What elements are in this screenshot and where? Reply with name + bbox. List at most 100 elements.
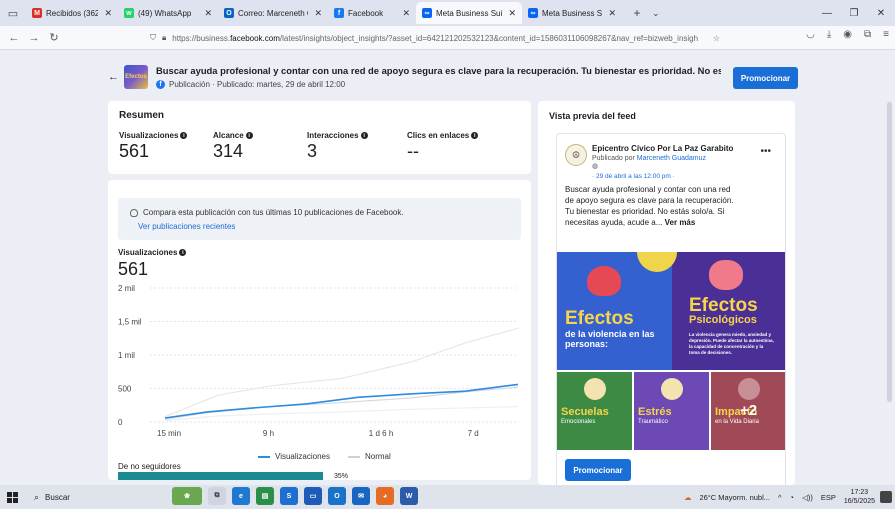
restore-icon[interactable]: ❐ [840,0,868,26]
browser-tab[interactable]: ∞ Meta Business Suite ✕ [416,2,522,24]
series-line-visualizaciones[interactable] [164,383,519,419]
tab-title: Meta Business Suite [542,8,603,18]
browser-tab[interactable]: M Recibidos (362) - marceguac ✕ [26,2,118,24]
page-name[interactable]: Epicentro Cívico Por La Paz Garabito [592,144,733,153]
info-icon[interactable]: i [180,132,188,139]
legend-normal[interactable]: Normal [348,452,391,461]
see-more-link[interactable]: Ver más [665,218,696,227]
browser-tab[interactable]: f Facebook ✕ [328,2,416,24]
metric-value: 3 [307,141,318,161]
edge-icon[interactable]: e [232,487,250,505]
back-arrow-icon[interactable]: ← [108,71,124,83]
close-window-icon[interactable]: ✕ [867,0,895,26]
series-line-normal-alta-[interactable] [164,327,519,418]
promote-post-button[interactable]: Promocionar [565,459,631,481]
recent-posts-link[interactable]: Ver publicaciones recientes [138,222,235,231]
new-tab-icon[interactable]: + [622,6,652,20]
more-images-count[interactable]: +2 [711,402,785,419]
lightbulb-icon [130,208,138,217]
clock[interactable]: 17:23 16/5/2025 [844,488,875,506]
page-avatar[interactable]: ☮ [565,144,587,166]
tile-title: Secuelas [561,406,609,418]
info-icon[interactable]: i [179,249,187,256]
extensions-icon[interactable]: ⧉ [864,29,871,40]
face-icon [661,378,683,400]
post-image-main[interactable]: Efectos de la violencia en las personas:… [557,252,785,370]
tab-close-icon[interactable]: ✕ [402,8,410,19]
pocket-icon[interactable]: ◡ [806,29,815,40]
task-view-icon[interactable]: ⧉ [208,487,226,505]
taskbar-widget-icon[interactable]: ❀ [172,487,202,505]
bookmark-star-icon[interactable]: ☆ [713,34,720,43]
network-icon[interactable]: ◔ [790,493,795,502]
clock-time: 17:23 [850,489,869,496]
views-label: Visualizaciones [118,248,178,257]
info-icon[interactable]: i [471,132,479,139]
address-bar[interactable]: ⛉ 🔒︎ https://business.facebook.com/lates… [150,29,720,47]
file-explorer-icon[interactable]: ▭ [304,487,322,505]
tray-chevron-icon[interactable]: ^ [778,493,782,502]
info-icon[interactable]: i [360,132,368,139]
non-followers-bar [118,472,323,480]
back-icon[interactable]: ← [4,32,24,44]
weather-icon[interactable]: ☁ [684,493,692,502]
menu-icon[interactable]: ≡ [883,29,889,40]
browser-tab-bar: ▭ M Recibidos (362) - marceguac ✕ w (49) Wha… [0,0,895,26]
broken-heart-icon [587,266,621,296]
mail-icon[interactable]: ✉ [352,487,370,505]
promote-button[interactable]: Promocionar [733,67,798,89]
insights-page: ← Efectos Buscar ayuda profesional y con… [0,50,895,485]
post-image-impacto[interactable]: Impacto en la Vida Diaria +2 [711,372,785,450]
windows-start-icon[interactable] [0,485,24,509]
more-options-icon[interactable]: ••• [760,146,771,157]
lock-icon: 🔒︎ [162,33,167,42]
legend-views[interactable]: Visualizaciones [258,452,330,461]
search-icon: ⌕ [34,491,40,502]
weather-text[interactable]: 26°C Mayorm. nubl... [699,493,770,502]
account-icon[interactable]: ◉ [843,29,852,40]
reload-icon[interactable]: ↻ [44,31,64,44]
browser-tab[interactable]: ∞ Meta Business Suite ✕ [522,2,622,24]
chevron-down-icon[interactable]: ⌄ [652,8,668,19]
non-followers-percent: 35% [334,473,349,480]
tile-subtitle: Emocionales [561,419,596,425]
globe-icon: ◍ [592,163,599,170]
post-image-estres[interactable]: Estrés Traumático [634,372,709,450]
info-icon[interactable]: i [245,132,253,139]
published-by-name[interactable]: Marceneth Guadamuz [637,155,706,162]
image-title-left: Efectos [565,308,634,329]
taskbar-search[interactable]: ⌕ Buscar [34,485,134,509]
post-image-grid[interactable]: Efectos de la violencia en las personas:… [557,252,785,452]
series-line-normal[interactable] [164,386,519,420]
post-date[interactable]: · 29 de abril a las 12:00 pm · [592,173,675,180]
tab-close-icon[interactable]: ✕ [104,8,112,19]
x-tick-label: 1 d 6 h [369,429,393,438]
skype-icon[interactable]: S [280,487,298,505]
store-icon[interactable]: ▤ [256,487,274,505]
firefox-icon[interactable]: ◕ [376,487,394,505]
minimize-icon[interactable]: — [813,0,841,26]
browser-tab[interactable]: O Correo: Marceneth Guadam ✕ [218,2,328,24]
outlook-icon[interactable]: O [328,487,346,505]
series-line-normal-baja-[interactable] [164,405,519,422]
download-icon[interactable]: ⤓ [827,29,831,40]
forward-icon[interactable]: → [24,32,44,44]
language-indicator[interactable]: ESP [821,493,836,502]
tab-close-icon[interactable]: ✕ [204,8,212,19]
page-scrollbar[interactable] [887,102,892,402]
x-tick-label: 7 d [468,429,479,438]
tab-favicon-icon: O [224,8,234,18]
y-tick-label: 2 mil [118,284,135,293]
tab-title: Correo: Marceneth Guadam [238,8,308,18]
browser-tab[interactable]: w (49) WhatsApp ✕ [118,2,218,24]
tab-list-icon[interactable]: ▭ [0,0,26,26]
tab-close-icon[interactable]: ✕ [314,8,322,19]
notifications-icon[interactable] [880,491,892,503]
post-image-secuelas[interactable]: Secuelas Emocionales [557,372,632,450]
tab-close-icon[interactable]: ✕ [508,8,516,19]
volume-icon[interactable]: ◁)) [802,493,813,502]
word-icon[interactable]: W [400,487,418,505]
tab-close-icon[interactable]: ✕ [608,8,616,19]
y-tick-label: 0 [118,418,123,427]
metric-views: Visualizaciones i 561 [119,131,188,162]
